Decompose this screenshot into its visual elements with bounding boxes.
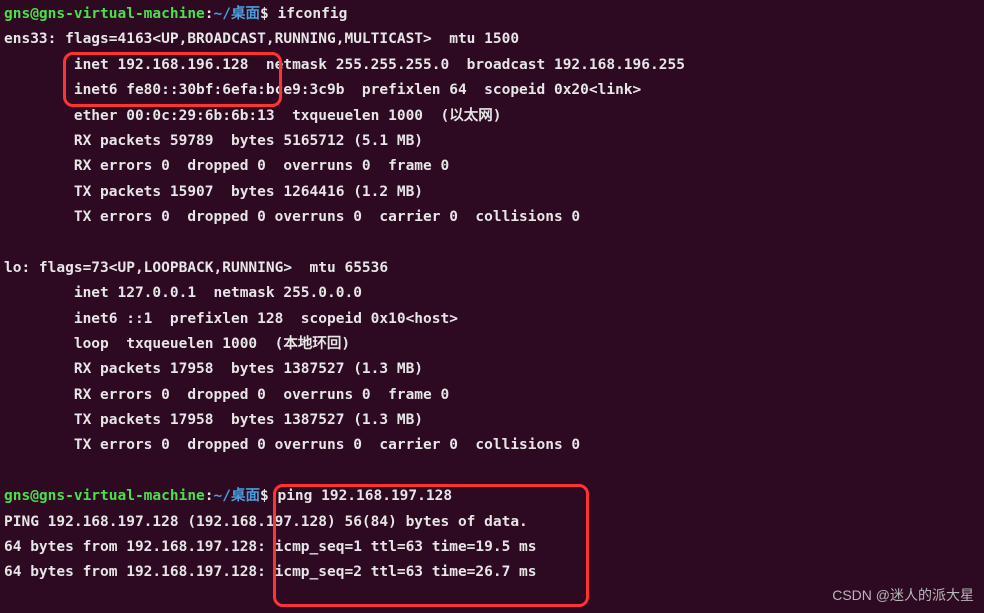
lo-tx-errors: TX errors 0 dropped 0 overruns 0 carrier… <box>4 433 980 458</box>
ping-header: PING 192.168.197.128 (192.168.197.128) 5… <box>4 510 980 535</box>
watermark: CSDN @迷人的派大星 <box>832 583 974 608</box>
user-host: gns@gns-virtual-machine <box>4 488 205 504</box>
ens33-tx-packets: TX packets 15907 bytes 1264416 (1.2 MB) <box>4 180 980 205</box>
command-ifconfig: ifconfig <box>277 6 347 22</box>
ens33-flags: ens33: flags=4163<UP,BROADCAST,RUNNING,M… <box>4 27 980 52</box>
dollar: $ <box>260 6 277 22</box>
sep: : <box>205 488 214 504</box>
ens33-inet: inet 192.168.196.128 netmask 255.255.255… <box>4 53 980 78</box>
ping-reply-1: 64 bytes from 192.168.197.128: icmp_seq=… <box>4 535 980 560</box>
ens33-tx-errors: TX errors 0 dropped 0 overruns 0 carrier… <box>4 205 980 230</box>
command-ping: ping 192.168.197.128 <box>277 488 452 504</box>
blank-line <box>4 230 980 255</box>
user-host: gns@gns-virtual-machine <box>4 6 205 22</box>
lo-tx-packets: TX packets 17958 bytes 1387527 (1.3 MB) <box>4 408 980 433</box>
prompt-line-1[interactable]: gns@gns-virtual-machine:~/桌面$ ifconfig <box>4 2 980 27</box>
sep: : <box>205 6 214 22</box>
cwd: ~/桌面 <box>214 6 260 22</box>
lo-flags: lo: flags=73<UP,LOOPBACK,RUNNING> mtu 65… <box>4 256 980 281</box>
prompt-line-2[interactable]: gns@gns-virtual-machine:~/桌面$ ping 192.1… <box>4 484 980 509</box>
cwd: ~/桌面 <box>214 488 260 504</box>
lo-inet: inet 127.0.0.1 netmask 255.0.0.0 <box>4 281 980 306</box>
ens33-rx-errors: RX errors 0 dropped 0 overruns 0 frame 0 <box>4 154 980 179</box>
ens33-rx-packets: RX packets 59789 bytes 5165712 (5.1 MB) <box>4 129 980 154</box>
dollar: $ <box>260 488 277 504</box>
ens33-inet6: inet6 fe80::30bf:6efa:bce9:3c9b prefixle… <box>4 78 980 103</box>
lo-rx-errors: RX errors 0 dropped 0 overruns 0 frame 0 <box>4 383 980 408</box>
lo-rx-packets: RX packets 17958 bytes 1387527 (1.3 MB) <box>4 357 980 382</box>
lo-loop: loop txqueuelen 1000 (本地环回) <box>4 332 980 357</box>
lo-inet6: inet6 ::1 prefixlen 128 scopeid 0x10<hos… <box>4 307 980 332</box>
blank-line <box>4 459 980 484</box>
ens33-ether: ether 00:0c:29:6b:6b:13 txqueuelen 1000 … <box>4 104 980 129</box>
